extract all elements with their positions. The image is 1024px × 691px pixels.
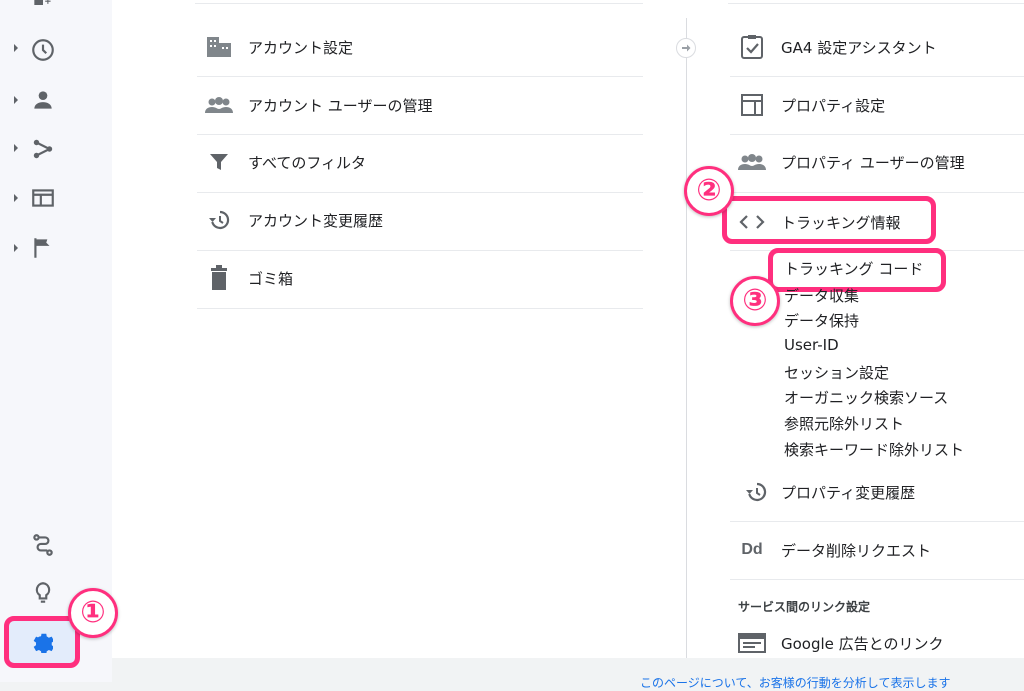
divider — [195, 3, 643, 4]
google-ads-linking-item[interactable]: Google 広告とのリンク — [737, 628, 944, 658]
users-icon — [204, 90, 234, 120]
ga4-setup-assistant-item[interactable]: GA4 設定アシスタント — [737, 32, 937, 62]
step3-badge: ③ — [730, 276, 780, 326]
building-icon — [204, 32, 234, 62]
ads-icon — [737, 628, 767, 658]
acquisition-icon[interactable] — [30, 136, 56, 162]
property-settings-item[interactable]: プロパティ設定 — [737, 90, 885, 120]
arrow-right-icon — [682, 44, 691, 52]
referral-exclusion-list-link[interactable]: 参照元除外リスト — [784, 413, 904, 434]
search-term-exclusion-list-link[interactable]: 検索キーワード除外リスト — [784, 439, 964, 460]
divider — [730, 192, 1024, 193]
data-deletion-request-label: データ削除リクエスト — [781, 541, 932, 560]
attribution-icon[interactable] — [30, 532, 56, 558]
divider — [728, 3, 1024, 4]
service-links-section-title: サービス間のリンク設定 — [738, 600, 871, 614]
flag-icon[interactable] — [30, 235, 56, 261]
property-user-management-item[interactable]: プロパティ ユーザーの管理 — [737, 147, 965, 177]
divider — [730, 579, 1024, 580]
divider — [197, 76, 643, 77]
organic-search-sources-link[interactable]: オーガニック検索ソース — [784, 387, 948, 408]
highlight-admin — [4, 616, 80, 668]
all-filters-label: すべてのフィルタ — [248, 153, 367, 172]
account-settings-label: アカウント設定 — [248, 38, 354, 57]
left-nav — [0, 0, 112, 682]
divider — [197, 134, 643, 135]
ga4-setup-assistant-label: GA4 設定アシスタント — [781, 38, 937, 57]
behavior-caret-icon[interactable] — [14, 194, 18, 202]
divider — [197, 250, 643, 251]
filter-icon — [204, 147, 234, 177]
audience-caret-icon[interactable] — [14, 96, 18, 104]
realtime-caret-icon[interactable] — [14, 44, 18, 52]
acquisition-caret-icon[interactable] — [14, 144, 18, 152]
trash-label: ゴミ箱 — [248, 269, 294, 288]
account-user-management-label: アカウント ユーザーの管理 — [248, 96, 433, 115]
person-icon[interactable] — [30, 87, 56, 113]
clock-icon[interactable] — [30, 37, 56, 63]
property-change-history-label: プロパティ変更履歴 — [781, 483, 916, 502]
account-change-history-label: アカウント変更履歴 — [248, 211, 384, 230]
history-icon — [741, 477, 771, 507]
highlight-tracking-info — [722, 196, 936, 244]
footer-text: このページについて、お客様の行動を分析して表示します — [640, 676, 951, 690]
users-icon — [737, 147, 767, 177]
data-retention-link[interactable]: データ保持 — [784, 310, 859, 331]
property-user-management-label: プロパティ ユーザーの管理 — [781, 153, 965, 172]
behavior-icon[interactable] — [30, 185, 56, 211]
account-user-management-item[interactable]: アカウント ユーザーの管理 — [204, 90, 432, 120]
column-separator — [686, 18, 687, 658]
step2-badge: ② — [684, 166, 734, 216]
dd-icon: Dd — [741, 541, 763, 558]
conversions-caret-icon[interactable] — [14, 244, 18, 252]
checklist-icon — [737, 32, 767, 62]
divider — [730, 134, 1024, 135]
column-arrow-button[interactable] — [676, 38, 696, 58]
property-settings-label: プロパティ設定 — [781, 96, 886, 115]
divider — [730, 76, 1024, 77]
divider — [197, 192, 643, 193]
layout-icon — [737, 90, 767, 120]
step1-badge: ① — [68, 588, 118, 638]
all-filters-item[interactable]: すべてのフィルタ — [204, 147, 366, 177]
add-dashboard-icon[interactable] — [30, 0, 56, 18]
google-ads-linking-label: Google 広告とのリンク — [781, 634, 944, 653]
divider — [730, 521, 1024, 522]
trash-item[interactable]: ゴミ箱 — [204, 263, 293, 293]
property-change-history-item[interactable]: プロパティ変更履歴 — [741, 477, 915, 507]
history-icon — [204, 205, 234, 235]
data-deletion-request-item[interactable]: Dd データ削除リクエスト — [737, 535, 931, 565]
account-settings-item[interactable]: アカウント設定 — [204, 32, 353, 62]
trash-icon — [204, 263, 234, 293]
session-settings-link[interactable]: セッション設定 — [784, 362, 889, 383]
lightbulb-icon[interactable] — [30, 580, 56, 606]
data-collection-link[interactable]: データ収集 — [784, 285, 859, 306]
user-id-link[interactable]: User-ID — [784, 336, 839, 354]
account-change-history-item[interactable]: アカウント変更履歴 — [204, 205, 383, 235]
divider — [197, 308, 643, 309]
